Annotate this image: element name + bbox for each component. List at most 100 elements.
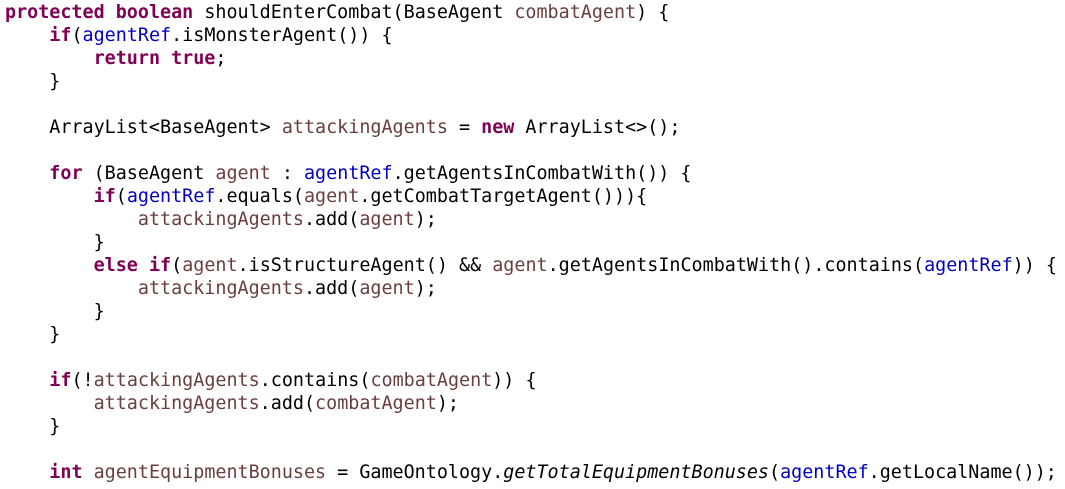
keyword-token: if: [49, 370, 72, 391]
code-line[interactable]: }: [5, 415, 1065, 438]
keyword-token: boolean: [115, 2, 194, 23]
code-token: (!: [71, 370, 94, 391]
code-token: .getLocalName());: [868, 462, 1057, 483]
keyword-token: true: [171, 48, 216, 69]
field-token: agentRef: [126, 186, 216, 207]
code-token: shouldEnterCombat(BaseAgent: [193, 2, 515, 23]
keyword-token: int: [49, 462, 83, 483]
code-line[interactable]: [5, 438, 1065, 461]
code-line[interactable]: [5, 346, 1065, 369]
code-line[interactable]: }: [5, 323, 1065, 346]
code-line[interactable]: [5, 139, 1065, 162]
code-token: .add(: [303, 278, 360, 299]
code-token: )) {: [492, 370, 537, 391]
code-token: =: [447, 117, 482, 138]
local-variable-token: attackingAgents: [93, 393, 260, 414]
keyword-token: else: [93, 255, 138, 276]
code-token: .getCombatTargetAgent())){: [359, 186, 648, 207]
local-variable-token: combatAgent: [315, 393, 437, 414]
code-token: }: [5, 301, 105, 322]
code-token: }: [5, 71, 61, 92]
code-token: ) {: [636, 2, 670, 23]
code-token: (BaseAgent: [82, 163, 216, 184]
code-token: (: [115, 186, 127, 207]
local-variable-token: agent: [359, 209, 415, 230]
code-token: (: [171, 255, 183, 276]
code-line[interactable]: int agentEquipmentBonuses = GameOntology…: [5, 461, 1065, 484]
code-line[interactable]: if(!attackingAgents.contains(combatAgent…: [5, 369, 1065, 392]
field-token: agentRef: [82, 25, 172, 46]
code-token: .getAgentsInCombatWith().contains(: [547, 255, 925, 276]
code-token: .add(: [259, 393, 316, 414]
keyword-token: if: [49, 25, 72, 46]
code-line[interactable]: if(agentRef.equals(agent.getCombatTarget…: [5, 185, 1065, 208]
code-token: .isMonsterAgent()) {: [171, 25, 393, 46]
code-token: :: [270, 163, 304, 184]
code-token: .getAgentsInCombatWith()) {: [392, 163, 692, 184]
keyword-token: if: [148, 255, 172, 276]
code-token: }: [5, 232, 105, 253]
code-token: }: [5, 416, 61, 437]
code-token: = GameOntology.: [326, 462, 504, 483]
keyword-token: return: [93, 48, 161, 69]
field-token: agentRef: [924, 255, 1013, 276]
local-variable-token: agent: [215, 163, 271, 184]
local-variable-token: agent: [492, 255, 548, 276]
code-line[interactable]: if(agentRef.isMonsterAgent()) {: [5, 24, 1065, 47]
code-line[interactable]: ArrayList<BaseAgent> attackingAgents = n…: [5, 116, 1065, 139]
local-variable-token: combatAgent: [514, 2, 637, 23]
local-variable-token: agent: [359, 278, 415, 299]
local-variable-token: agentEquipmentBonuses: [93, 462, 327, 483]
code-line[interactable]: for (BaseAgent agent : agentRef.getAgent…: [5, 162, 1065, 185]
code-token: );: [414, 209, 437, 230]
local-variable-token: attackingAgents: [137, 278, 304, 299]
code-line[interactable]: attackingAgents.add(agent);: [5, 208, 1065, 231]
keyword-token: new: [481, 117, 515, 138]
code-line[interactable]: }: [5, 70, 1065, 93]
code-line[interactable]: protected boolean shouldEnterCombat(Base…: [5, 1, 1065, 24]
code-token: .equals(: [215, 186, 304, 207]
code-line[interactable]: attackingAgents.add(agent);: [5, 277, 1065, 300]
code-line[interactable]: [5, 93, 1065, 116]
code-editor[interactable]: protected boolean shouldEnterCombat(Base…: [5, 1, 1065, 489]
keyword-token: for: [49, 163, 83, 184]
code-token: ;: [215, 48, 227, 69]
code-token: )) {: [1012, 255, 1057, 276]
code-token: );: [436, 393, 459, 414]
keyword-token: protected: [5, 2, 105, 23]
code-token: .add(: [303, 209, 360, 230]
code-token: ArrayList<>();: [514, 117, 681, 138]
code-token: .isStructureAgent() &&: [237, 255, 493, 276]
code-line[interactable]: attackingAgents.add(combatAgent);: [5, 392, 1065, 415]
static-method-token: getTotalEquipmentBonuses: [503, 462, 769, 483]
local-variable-token: attackingAgents: [281, 117, 448, 138]
code-token: }: [5, 324, 61, 345]
code-line[interactable]: }: [5, 231, 1065, 254]
code-token: .contains(: [259, 370, 371, 391]
code-line[interactable]: return true;: [5, 47, 1065, 70]
field-token: agentRef: [780, 462, 869, 483]
local-variable-token: attackingAgents: [137, 209, 304, 230]
code-line[interactable]: }: [5, 300, 1065, 323]
code-token: ArrayList<BaseAgent>: [5, 117, 282, 138]
keyword-token: if: [93, 186, 116, 207]
code-token: );: [414, 278, 437, 299]
local-variable-token: agent: [182, 255, 238, 276]
field-token: agentRef: [303, 163, 393, 184]
code-token: (: [71, 25, 83, 46]
code-token: (: [769, 462, 781, 483]
code-line[interactable]: else if(agent.isStructureAgent() && agen…: [5, 254, 1065, 277]
